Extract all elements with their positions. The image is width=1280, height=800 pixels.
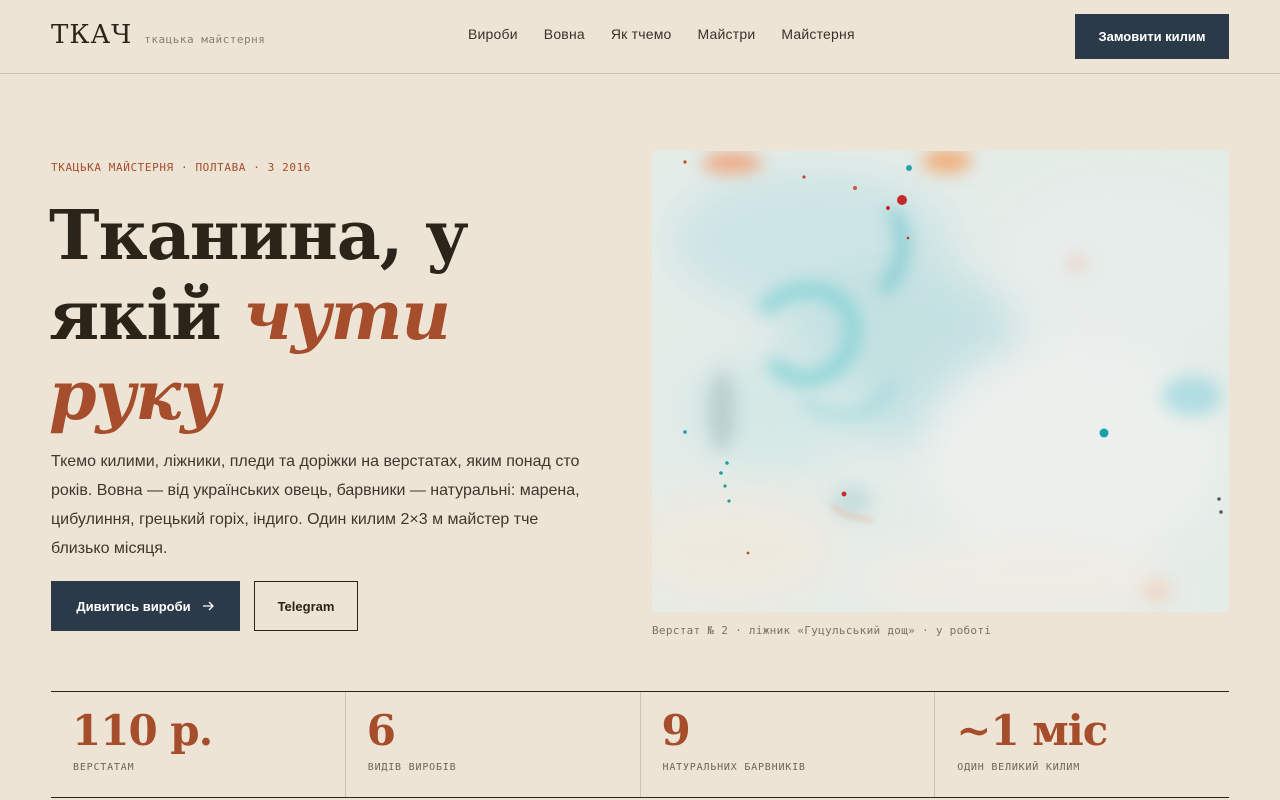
logo[interactable]: ТКАЧ ткацька майстерня xyxy=(51,20,265,50)
headline-accent-1: чути xyxy=(243,276,451,356)
order-rug-button[interactable]: Замовити килим xyxy=(1075,14,1229,59)
headline-part-1: Тканина, у xyxy=(49,196,469,276)
headline-part-2: якій xyxy=(49,276,222,356)
nav-item-wool[interactable]: Вовна xyxy=(544,26,585,42)
stat-item: 6 ВИДІВ ВИРОБІВ xyxy=(346,692,641,797)
hero-lead-paragraph: Ткемо килими, ліжники, пледи та доріжки … xyxy=(51,453,580,557)
site-header: ТКАЧ ткацька майстерня Вироби Вовна Як т… xyxy=(0,0,1280,74)
stat-label: ОДИН ВЕЛИКИЙ КИЛИМ xyxy=(957,762,1081,773)
view-products-label: Дивитись вироби xyxy=(76,598,191,614)
arrow-right-icon xyxy=(202,599,215,614)
stat-value: 110 р. xyxy=(72,706,213,755)
stat-value: ~1 міс xyxy=(956,706,1108,755)
logo-wordmark: ТКАЧ xyxy=(51,20,133,50)
stat-item: 9 НАТУРАЛЬНИХ БАРВНИКІВ xyxy=(641,692,936,797)
stat-item: ~1 міс ОДИН ВЕЛИКИЙ КИЛИМ xyxy=(935,692,1229,797)
hero-eyebrow: ТКАЦЬКА МАЙСТЕРНЯ · ПОЛТАВА · З 2016 xyxy=(51,161,312,174)
nav-item-workshop[interactable]: Майстерня xyxy=(781,26,854,42)
telegram-button[interactable]: Telegram xyxy=(254,581,358,631)
logo-tagline: ткацька майстерня xyxy=(144,33,266,46)
stat-label: ВЕРСТАТАМ xyxy=(73,762,135,773)
stat-label: ВИДІВ ВИРОБІВ xyxy=(367,762,457,773)
nav-item-masters[interactable]: Майстри xyxy=(698,26,756,42)
image-caption: Верстат № 2 · ліжник «Гуцульський дощ» ·… xyxy=(652,624,992,637)
hero-headline: Тканина, у якій чути руку xyxy=(49,196,609,436)
stats-bar: 110 р. ВЕРСТАТАМ 6 ВИДІВ ВИРОБІВ 9 НАТУР… xyxy=(51,691,1229,798)
stat-item: 110 р. ВЕРСТАТАМ xyxy=(51,692,346,797)
stat-value: 6 xyxy=(366,706,396,755)
stat-label: НАТУРАЛЬНИХ БАРВНИКІВ xyxy=(662,762,806,773)
view-products-button[interactable]: Дивитись вироби xyxy=(51,581,240,631)
headline-accent-2: руку xyxy=(49,356,221,436)
stat-value: 9 xyxy=(661,706,691,755)
nav-item-products[interactable]: Вироби xyxy=(468,26,518,42)
nav-item-how-we-weave[interactable]: Як тчемо xyxy=(611,26,672,42)
main-nav: Вироби Вовна Як тчемо Майстри Майстерня xyxy=(468,26,881,42)
hero-image xyxy=(652,151,1229,612)
